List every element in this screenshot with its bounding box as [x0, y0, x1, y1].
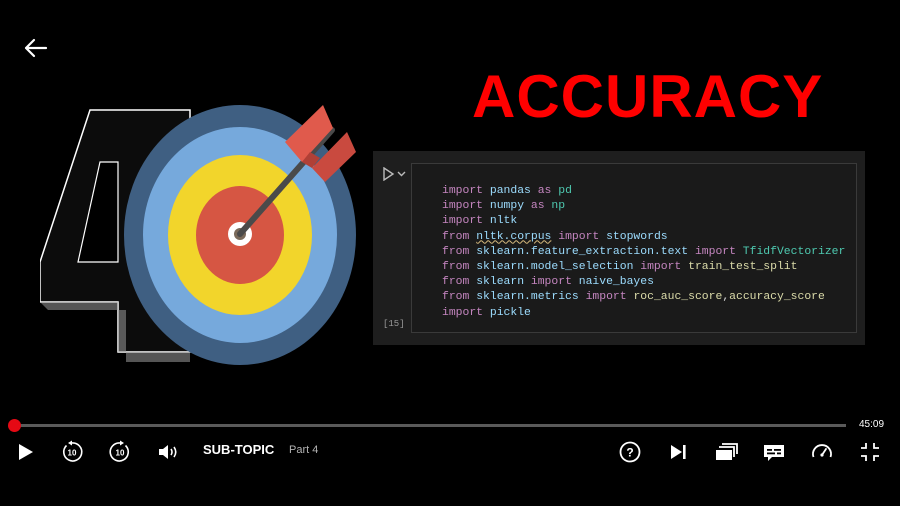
code-token: pickle [489, 306, 531, 319]
next-episode-icon[interactable] [666, 440, 690, 464]
code-line: from sklearn.feature_extraction.text imp… [442, 246, 845, 258]
playback-speed-icon[interactable] [810, 440, 834, 464]
time-remaining: 45:09 [859, 419, 885, 430]
code-token: import [530, 276, 572, 289]
code-line: from sklearn.metrics import roc_auc_scor… [442, 291, 825, 303]
code-line: from nltk.corpus import stopwords [442, 231, 668, 243]
code-token: sklearn [476, 276, 525, 289]
notebook-code-panel: [15] import pandas as pd import numpy as… [373, 151, 865, 345]
rewind-10-icon[interactable]: 10 [60, 440, 84, 464]
code-token: sklearn.feature_extraction.text [476, 245, 689, 258]
code-token: from [442, 291, 470, 304]
code-token: from [442, 261, 470, 274]
code-token: import [585, 291, 627, 304]
code-token: naive_bayes [578, 276, 654, 289]
code-token: from [442, 245, 470, 258]
code-token: import [442, 306, 484, 319]
svg-text:?: ? [626, 446, 633, 460]
subtitles-icon[interactable] [762, 440, 786, 464]
execution-count: [15] [383, 319, 405, 329]
code-token: import [442, 185, 484, 197]
run-cell-icon[interactable] [383, 167, 409, 181]
code-token: sklearn.model_selection [476, 261, 634, 274]
code-token: accuracy_score [729, 291, 825, 304]
code-token: sklearn.metrics [476, 291, 579, 304]
code-token: numpy [489, 200, 525, 213]
video-title-text: ACCURACY [472, 63, 824, 130]
play-icon[interactable] [13, 440, 37, 464]
episodes-icon[interactable] [714, 440, 738, 464]
code-token: as [530, 200, 545, 213]
target-illustration [40, 105, 356, 365]
forward-10-icon[interactable]: 10 [108, 440, 132, 464]
code-token: nltk.corpus [476, 230, 552, 243]
arrow-left-icon[interactable] [22, 36, 50, 60]
code-lines: import pandas as pd import numpy as np i… [442, 184, 845, 321]
exit-fullscreen-icon[interactable] [858, 440, 882, 464]
code-token: import [558, 230, 600, 243]
code-token: roc_auc_score [633, 291, 723, 304]
progress-scrubber[interactable] [8, 419, 21, 432]
episode-subtitle: Part 4 [289, 444, 319, 456]
code-token: import [442, 215, 484, 228]
code-token: import [694, 245, 736, 258]
volume-icon[interactable] [156, 440, 180, 464]
code-line: import numpy as np [442, 200, 565, 212]
code-token: TfidfVectorizer [742, 245, 846, 258]
code-line: import pickle [442, 307, 531, 319]
code-token: from [442, 276, 470, 289]
code-cell[interactable]: import pandas as pd import numpy as np i… [411, 163, 857, 333]
code-token: as [537, 185, 552, 197]
code-token: from [442, 230, 470, 243]
code-token: stopwords [606, 230, 668, 243]
episode-title: SUB-TOPIC [203, 442, 275, 457]
svg-text:10: 10 [68, 449, 77, 458]
code-token: train_test_split [688, 261, 798, 274]
svg-text:10: 10 [116, 449, 125, 458]
code-token: import [640, 261, 682, 274]
code-line: import nltk [442, 215, 517, 227]
code-token: pd [558, 185, 572, 197]
code-token: import [442, 200, 484, 213]
help-icon[interactable]: ? [618, 440, 642, 464]
code-token: pandas [489, 185, 531, 197]
progress-bar[interactable] [15, 424, 846, 427]
code-line: from sklearn import naive_bayes [442, 276, 654, 288]
code-token: np [551, 200, 566, 213]
code-token: nltk [489, 215, 518, 228]
code-line: from sklearn.model_selection import trai… [442, 261, 797, 273]
code-line: import pandas as pd [442, 185, 572, 197]
